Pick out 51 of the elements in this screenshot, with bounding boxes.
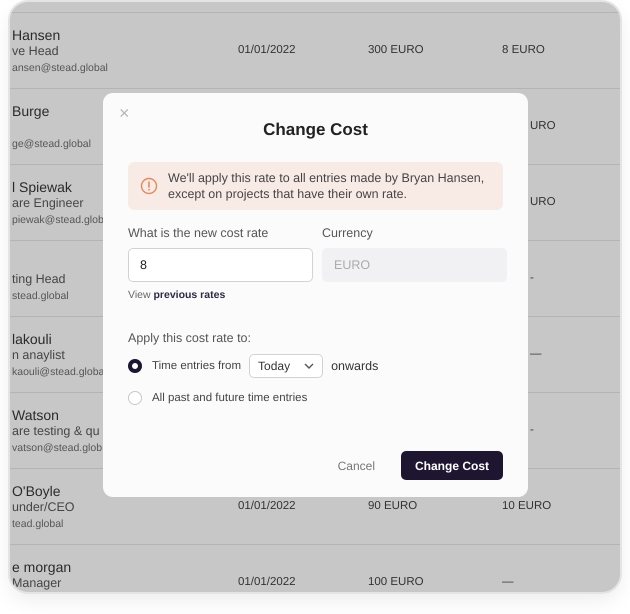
member-role: ve Head [12,43,59,59]
member-email: piewak@stead.glob [12,213,104,227]
date-cell: 01/01/2022 [238,500,296,512]
member-email: vatson@stead.glob [12,441,102,455]
field-label: What is the new cost rate [128,226,270,240]
member-name: e morgan [12,559,72,575]
member-name: Watson [12,407,59,423]
option-label: All past and future time entries [152,392,308,404]
member-name: Hansen [12,27,60,43]
member-email: ge@stead.global [12,137,91,151]
rate-cell: - [530,272,534,284]
rate-cell: — [502,576,514,588]
rate-cell: — [530,348,542,360]
member-role: are Engineer [12,195,84,211]
chevron-down-icon [304,363,314,369]
rate-cell: 8 EURO [502,44,545,56]
option-label: onwards [331,359,378,373]
rate-input[interactable]: 8 [128,248,313,282]
previous-rates-link[interactable]: View previous rates [128,289,226,301]
rate-cell: URO [530,120,556,132]
section-label: Apply this cost rate to: [128,331,252,345]
rate-cell: URO [530,196,556,208]
member-name: lakouli [12,331,52,347]
radio-button[interactable] [128,359,142,373]
dialog-title: Change Cost [262,120,369,140]
member-name: Burge [12,103,50,119]
date-cell: 01/01/2022 [238,576,296,588]
warning-icon [140,177,158,195]
member-role: Manager [12,575,62,591]
date-dropdown[interactable]: Today [249,354,324,378]
member-role: n anaylist [12,347,65,363]
date-cell: 01/01/2022 [238,44,296,56]
alert-message: We'll apply this rate to all entries made by Bryan Hansen, except on projects that have their own rate. [168,170,486,202]
member-email: ansen@stead.global [12,61,108,75]
member-name: O'Boyle [12,483,61,499]
member-email: kaouli@stead.globa [12,365,104,379]
amount-cell: 300 EURO [368,44,424,56]
option-label: Time entries from [152,360,242,372]
member-role: are testing & qu [12,423,100,439]
amount-cell: 100 EURO [368,576,424,588]
cancel-button[interactable]: Cancel [332,458,381,474]
member-email: tead.global [12,517,64,531]
change-cost-button[interactable]: Change Cost [400,451,503,480]
rate-cell: 10 EURO [502,500,552,512]
member-name: l Spiewak [12,179,72,195]
amount-cell: 90 EURO [368,500,418,512]
rate-cell: - [530,424,534,436]
member-email: stead.global [12,289,69,303]
member-role: ting Head [12,271,66,287]
field-label: Currency [322,226,374,240]
member-role: under/CEO [12,499,75,515]
